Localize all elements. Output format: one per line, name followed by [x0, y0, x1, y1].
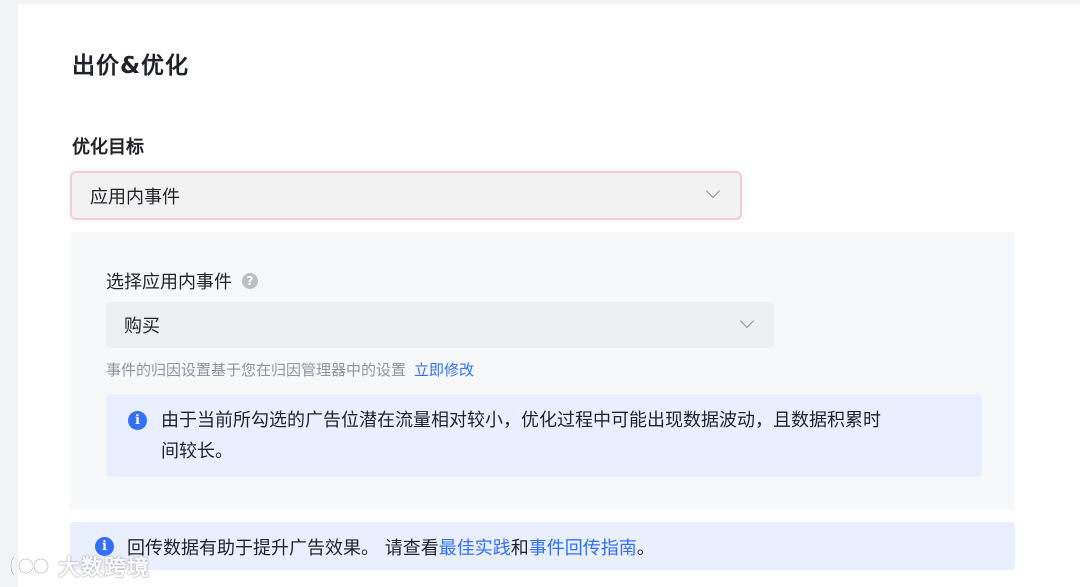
best-practice-link[interactable]: 最佳实践	[439, 538, 511, 559]
traffic-notice-line-2: 间较长。	[161, 441, 233, 462]
in-app-event-label: 选择应用内事件	[106, 272, 232, 293]
traffic-notice: i 由于当前所勾选的广告位潜在流量相对较小，优化过程中可能出现数据波动，且数据积…	[106, 394, 982, 477]
traffic-notice-line-1: 由于当前所勾选的广告位潜在流量相对较小，优化过程中可能出现数据波动，且数据积累时	[161, 410, 881, 431]
postback-tip-suffix: 。	[636, 538, 655, 559]
postback-tip-text: 回传数据有助于提升广告效果。 请查看最佳实践和事件回传指南。	[127, 534, 655, 560]
watermark: 大数跨境	[8, 551, 150, 581]
postback-tip-middle: 和	[510, 538, 529, 559]
in-app-event-select[interactable]: 购买	[106, 302, 774, 348]
chevron-down-icon	[739, 313, 755, 329]
event-postback-guide-link[interactable]: 事件回传指南	[529, 538, 637, 559]
optimization-goal-label: 优化目标	[72, 137, 144, 158]
traffic-notice-text: 由于当前所勾选的广告位潜在流量相对较小，优化过程中可能出现数据波动，且数据积累时…	[161, 405, 961, 467]
in-app-event-value: 购买	[124, 316, 160, 337]
attribution-hint-text: 事件的归因设置基于您在归因管理器中的设置	[106, 361, 407, 379]
in-app-event-label-row: 选择应用内事件 ?	[106, 268, 258, 294]
info-circle-icon: i	[128, 411, 147, 430]
question-circle-icon[interactable]: ?	[242, 273, 258, 289]
postback-tip: i 回传数据有助于提升广告效果。 请查看最佳实践和事件回传指南。	[70, 522, 1015, 570]
optimization-goal-value: 应用内事件	[90, 186, 180, 208]
postback-tip-prefix: 回传数据有助于提升广告效果。 请查看	[127, 538, 439, 559]
section-title: 出价&优化	[72, 53, 190, 79]
modify-now-link[interactable]: 立即修改	[414, 361, 474, 379]
optimization-goal-select[interactable]: 应用内事件	[70, 171, 742, 220]
attribution-hint: 事件的归因设置基于您在归因管理器中的设置 立即修改	[106, 359, 474, 380]
watermark-text: 大数跨境	[58, 556, 151, 581]
chevron-down-icon	[705, 183, 721, 199]
watermark-logo-icon	[9, 556, 50, 576]
